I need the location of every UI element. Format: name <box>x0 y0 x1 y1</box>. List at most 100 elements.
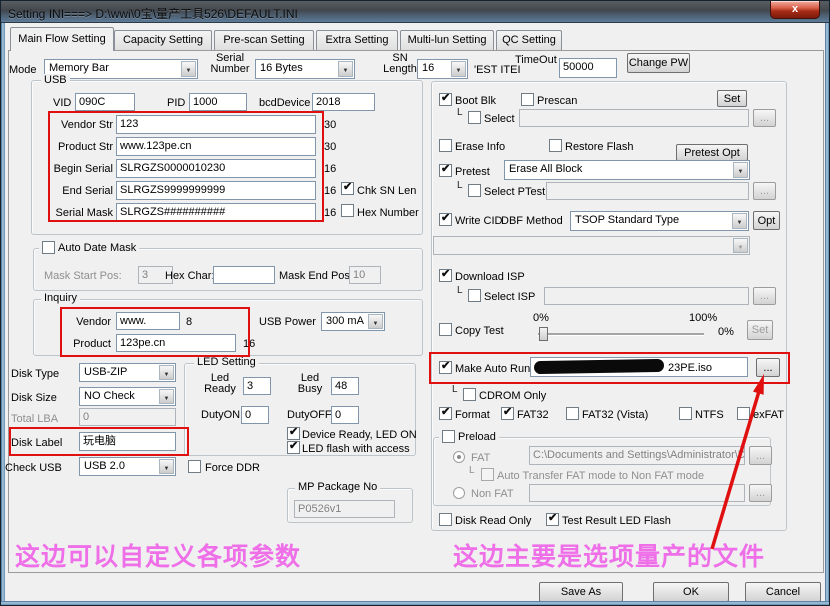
tab-main-flow-setting[interactable]: Main Flow Setting <box>10 27 114 51</box>
pretest-label: Pretest <box>455 166 490 178</box>
dropdown-arrow-icon[interactable] <box>732 213 747 229</box>
test-result-led-checkbox[interactable] <box>546 513 559 526</box>
product-str-field[interactable]: www.123pe.cn <box>116 137 316 156</box>
select-ptest-checkbox[interactable] <box>468 184 481 197</box>
dropdown-arrow-icon[interactable] <box>451 61 466 77</box>
force-ddr-checkbox[interactable] <box>188 460 201 473</box>
change-pw-button[interactable]: Change PW <box>627 53 690 73</box>
pretest-mode-dropdown[interactable]: Erase All Block <box>504 160 750 180</box>
led-flash-checkbox[interactable] <box>287 441 300 454</box>
tab-pre-scan-setting[interactable]: Pre-scan Setting <box>214 30 314 50</box>
chk-sn-len-checkbox[interactable] <box>341 182 354 195</box>
title-bar[interactable]: Setting INI===> D:\wwi\0宝\量产工具526\DEFAUL… <box>1 1 829 23</box>
preload-checkbox[interactable] <box>442 430 455 443</box>
dropdown-arrow-icon[interactable] <box>159 365 174 380</box>
preload-label: Preload <box>458 431 496 443</box>
preload-caption: Preload <box>439 430 499 443</box>
timeout-field[interactable]: 50000 <box>559 58 617 78</box>
write-cid-checkbox[interactable] <box>439 213 452 226</box>
make-auto-run-path-field[interactable]: 23PE.iso <box>530 357 748 377</box>
set-button[interactable]: Set <box>717 90 747 107</box>
save-as-button[interactable]: Save As <box>539 582 623 602</box>
led-setting-group-label: LED Setting <box>194 356 259 368</box>
copy-test-checkbox[interactable] <box>439 323 452 336</box>
mask-start-pos-label: Mask Start Pos: <box>44 270 122 282</box>
test-item-label: 'EST ITEI <box>474 64 521 76</box>
copy-test-slider-track[interactable] <box>538 333 704 336</box>
dutyoff-field[interactable]: 0 <box>331 406 359 424</box>
usb-power-dropdown[interactable]: 300 mA <box>321 312 385 331</box>
end-serial-field[interactable]: SLRGZS9999999999 <box>116 181 316 200</box>
copy-test-label: Copy Test <box>455 325 504 337</box>
dropdown-arrow-icon[interactable] <box>181 61 196 77</box>
select-isp-checkbox[interactable] <box>468 289 481 302</box>
boot-blk-checkbox[interactable] <box>439 93 452 106</box>
opt-button[interactable]: Opt <box>753 211 780 230</box>
dropdown-arrow-icon[interactable] <box>368 314 383 329</box>
hex-number-checkbox[interactable] <box>341 204 354 217</box>
auto-date-mask-checkbox[interactable] <box>42 241 55 254</box>
hex-char-field[interactable] <box>213 266 275 284</box>
serial-number-dropdown[interactable]: 16 Bytes <box>255 59 355 79</box>
fat-radio[interactable] <box>453 451 465 463</box>
bcddevice-field[interactable]: 2018 <box>312 93 375 111</box>
copy-test-set-button: Set <box>747 320 773 340</box>
sn-length-dropdown[interactable]: 16 <box>417 59 468 79</box>
window-border-left <box>1 23 5 605</box>
ntfs-checkbox[interactable] <box>679 407 692 420</box>
close-button[interactable]: x <box>770 1 820 19</box>
check-usb-dropdown[interactable]: USB 2.0 <box>79 457 176 476</box>
fat32-vista-checkbox[interactable] <box>566 407 579 420</box>
format-checkbox[interactable] <box>439 407 452 420</box>
dropdown-arrow-icon[interactable] <box>159 459 174 474</box>
vid-field[interactable]: 090C <box>75 93 135 111</box>
tab-extra-setting[interactable]: Extra Setting <box>316 30 398 50</box>
inquiry-vendor-label: Vendor <box>61 316 111 328</box>
led-busy-field[interactable]: 48 <box>331 377 359 395</box>
make-auto-run-checkbox[interactable] <box>439 361 452 374</box>
dropdown-arrow-icon[interactable] <box>338 61 353 77</box>
tab-qc-setting[interactable]: QC Setting <box>496 30 562 50</box>
restore-flash-checkbox[interactable] <box>549 139 562 152</box>
download-isp-checkbox[interactable] <box>439 269 452 282</box>
disk-type-dropdown[interactable]: USB-ZIP <box>79 363 176 382</box>
tab-capacity-setting[interactable]: Capacity Setting <box>114 30 212 50</box>
dropdown-arrow-icon[interactable] <box>733 162 748 178</box>
dropdown-arrow-icon[interactable] <box>159 389 174 404</box>
cancel-button[interactable]: Cancel <box>745 582 821 602</box>
vendor-str-field[interactable]: 123 <box>116 115 316 134</box>
begin-serial-field[interactable]: SLRGZS0000010230 <box>116 159 316 178</box>
select-bootblk-checkbox[interactable] <box>468 111 481 124</box>
select-ptest-label: Select PTest <box>484 186 545 198</box>
disk-size-dropdown[interactable]: NO Check <box>79 387 176 406</box>
pid-field[interactable]: 1000 <box>189 93 247 111</box>
ntfs-label: NTFS <box>695 409 724 421</box>
disk-read-only-checkbox[interactable] <box>439 513 452 526</box>
annotation-right-text: 这边主要是选项量产的文件 <box>453 537 765 573</box>
serial-mask-field[interactable]: SLRGZS########## <box>116 203 316 222</box>
pretest-checkbox[interactable] <box>439 164 452 177</box>
exfat-checkbox[interactable] <box>737 407 750 420</box>
window-border-right <box>825 23 829 605</box>
ok-button[interactable]: OK <box>653 582 729 602</box>
erase-info-checkbox[interactable] <box>439 139 452 152</box>
check-usb-value: USB 2.0 <box>84 460 125 472</box>
prescan-checkbox[interactable] <box>521 93 534 106</box>
browse-auto-run-button[interactable]: ... <box>756 358 780 377</box>
dbf-method-dropdown[interactable]: TSOP Standard Type <box>570 211 749 231</box>
copy-test-slider-thumb[interactable] <box>539 327 548 341</box>
product-str-len: 30 <box>324 141 336 153</box>
led-ready-field[interactable]: 3 <box>243 377 271 395</box>
non-fat-radio[interactable] <box>453 487 465 499</box>
usb-power-value: 300 mA <box>326 315 364 327</box>
dutyon-field[interactable]: 0 <box>241 406 269 424</box>
inquiry-vendor-field[interactable]: www. <box>116 312 180 330</box>
cdrom-only-checkbox[interactable] <box>463 388 476 401</box>
disk-label-field[interactable]: 玩电脑 <box>79 432 176 451</box>
inquiry-product-field[interactable]: 123pe.cn <box>116 334 236 352</box>
tab-multi-lun-setting[interactable]: Multi-lun Setting <box>400 30 494 50</box>
pretest-opt-button[interactable]: Pretest Opt <box>676 144 748 161</box>
disk-type-label: Disk Type <box>11 368 59 380</box>
fat32-checkbox[interactable] <box>501 407 514 420</box>
serial-mask-len: 16 <box>324 207 336 219</box>
